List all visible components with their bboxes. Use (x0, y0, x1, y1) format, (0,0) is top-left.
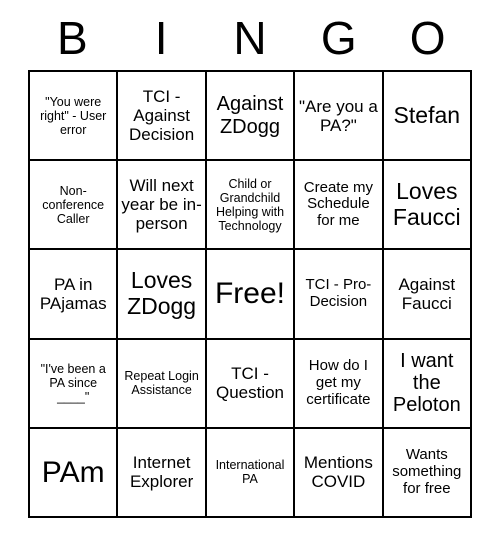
bingo-cell-label: Loves ZDogg (127, 267, 197, 319)
bingo-header-letter-o: O (409, 12, 446, 64)
bingo-cell-label: Non-conference Caller (42, 183, 105, 226)
bingo-cell-r1c1[interactable]: "You were right" - User error (30, 72, 119, 162)
bingo-cell-r5c2[interactable]: Internet Explorer (118, 428, 207, 518)
bingo-cell-r3c5[interactable]: Against Faucci (383, 250, 472, 340)
bingo-cell-label: International PA (215, 458, 285, 487)
bingo-header-row: B I N G O (28, 8, 472, 68)
bingo-cell-label: Will next year be in-person (121, 176, 202, 234)
bingo-cell-label: PA in PAjamas (39, 274, 107, 313)
bingo-cell-label: Stefan (393, 101, 461, 128)
bingo-cell-r4c4[interactable]: How do I get my certificate (295, 339, 384, 429)
bingo-cell-label: TCI - Pro-Decision (305, 276, 372, 310)
bingo-cell-label: Mentions COVID (303, 453, 373, 492)
bingo-cell-r1c3[interactable]: Against ZDogg (206, 72, 296, 162)
bingo-cell-r3c4[interactable]: TCI - Pro-Decision (295, 250, 384, 340)
bingo-cell-label: Against ZDogg (216, 93, 284, 138)
bingo-cell-r2c4[interactable]: Create my Schedule for me (295, 161, 384, 251)
bingo-cell-r4c5[interactable]: I want the Peloton (383, 339, 472, 429)
bingo-cell-label: Create my Schedule for me (303, 178, 373, 230)
bingo-cell-r1c2[interactable]: TCI - Against Decision (118, 72, 207, 162)
bingo-cell-label: Against Faucci (398, 274, 456, 313)
bingo-cell-label: TCI - Question (215, 364, 285, 403)
bingo-cell-label: PAm (41, 455, 105, 489)
bingo-cell-r2c5[interactable]: Loves Faucci (383, 161, 472, 251)
bingo-cell-r5c5[interactable]: Wants something for free (383, 428, 472, 518)
bingo-cell-r3c1[interactable]: PA in PAjamas (30, 250, 119, 340)
bingo-card: B I N G O "You were right" - User error … (0, 0, 500, 544)
bingo-cell-r5c1[interactable]: PAm (30, 428, 119, 518)
bingo-cell-label: "I've been a PA since ____" (40, 362, 106, 405)
bingo-cell-r3c2[interactable]: Loves ZDogg (118, 250, 207, 340)
bingo-cell-label: "Are you a PA?" (298, 96, 378, 135)
bingo-cell-r5c4[interactable]: Mentions COVID (295, 428, 384, 518)
bingo-cell-label: Loves Faucci (392, 178, 461, 230)
bingo-cell-label: Internet Explorer (129, 453, 194, 492)
bingo-cell-r2c2[interactable]: Will next year be in-person (118, 161, 207, 251)
bingo-cell-label: Child or Grandchild Helping with Technol… (215, 176, 285, 233)
bingo-cell-r2c3[interactable]: Child or Grandchild Helping with Technol… (206, 161, 296, 251)
bingo-header-letter-g: G (320, 12, 357, 64)
bingo-cell-r2c1[interactable]: Non-conference Caller (30, 161, 119, 251)
bingo-header-letter-i: I (154, 12, 168, 64)
bingo-cell-r1c5[interactable]: Stefan (383, 72, 472, 162)
bingo-cell-label: Repeat Login Assistance (124, 369, 199, 398)
bingo-cell-r1c4[interactable]: "Are you a PA?" (295, 72, 384, 162)
bingo-cell-label: "You were right" - User error (40, 94, 107, 137)
bingo-cell-free-space[interactable]: Free! (206, 250, 296, 340)
bingo-cell-r5c3[interactable]: International PA (206, 428, 296, 518)
bingo-cell-label: TCI - Against Decision (128, 87, 195, 145)
bingo-cell-label: I want the Peloton (392, 349, 461, 417)
bingo-cell-label: How do I get my certificate (306, 357, 371, 408)
bingo-cell-label: Wants something for free (392, 446, 462, 497)
bingo-cell-r4c1[interactable]: "I've been a PA since ____" (30, 339, 119, 429)
bingo-free-space-label: Free! (214, 277, 285, 311)
bingo-grid: "You were right" - User error TCI - Agai… (28, 70, 472, 518)
bingo-cell-r4c3[interactable]: TCI - Question (206, 339, 296, 429)
bingo-header-letter-n: N (233, 12, 267, 64)
bingo-cell-r4c2[interactable]: Repeat Login Assistance (118, 339, 207, 429)
bingo-header-letter-b: B (57, 12, 88, 64)
